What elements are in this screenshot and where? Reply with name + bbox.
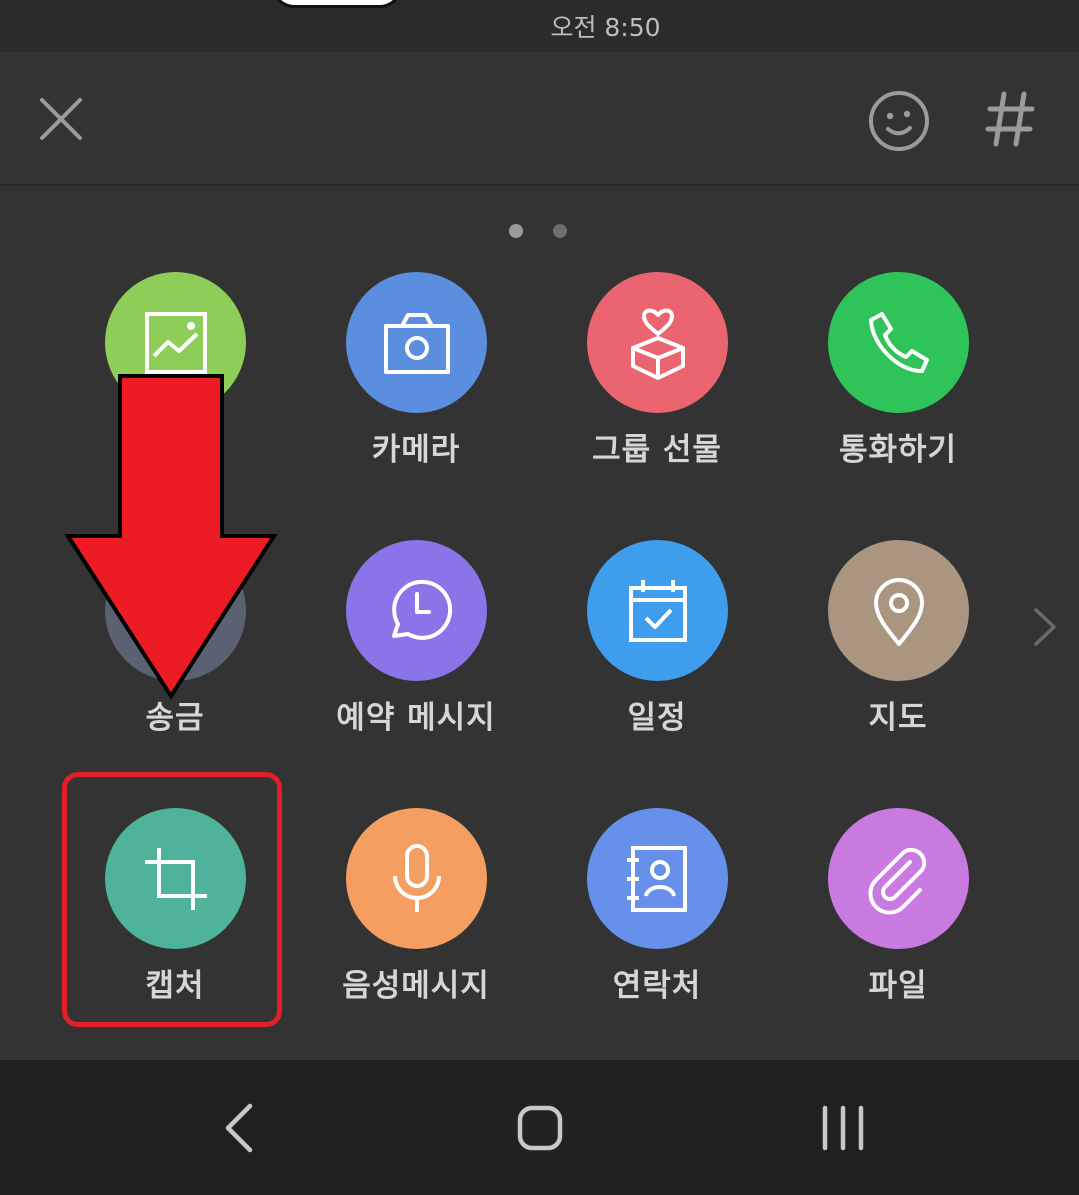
- emoticon-button[interactable]: [866, 88, 932, 154]
- menu-item-label: 파일: [868, 968, 928, 1004]
- menu-item-voice-message[interactable]: 음성메시지: [296, 808, 536, 1038]
- menu-item-group-gift[interactable]: 그룹 선물: [537, 272, 777, 502]
- scheduled-message-icon: [391, 579, 452, 640]
- menu-item-contacts[interactable]: 연락처: [537, 808, 777, 1038]
- page-dot-2[interactable]: [553, 224, 567, 238]
- page-dot-1[interactable]: [509, 224, 523, 238]
- close-button[interactable]: [30, 88, 92, 150]
- microphone-icon: [392, 843, 441, 912]
- image-icon: [144, 311, 207, 374]
- menu-item-camera[interactable]: 카메라: [296, 272, 536, 502]
- menu-item-label: 지도: [868, 700, 928, 736]
- menu-item-scheduled-message[interactable]: 예약 메시지: [296, 540, 536, 770]
- menu-item-file[interactable]: 파일: [778, 808, 1018, 1038]
- paperclip-icon: [867, 847, 926, 915]
- menu-item-label: 카메라: [371, 432, 461, 468]
- menu-item-circle: [828, 272, 969, 413]
- back-button[interactable]: [208, 1100, 278, 1156]
- menu-item-circle: [346, 540, 487, 681]
- hashtag-button[interactable]: [980, 82, 1042, 158]
- contact-book-icon: [626, 845, 687, 912]
- hashtag-icon: [985, 91, 1035, 147]
- next-page-button[interactable]: [1026, 604, 1062, 650]
- home-button[interactable]: [505, 1100, 575, 1156]
- menu-item-label: 그룹 선물: [592, 432, 722, 468]
- menu-item-circle: [346, 272, 487, 413]
- menu-item-circle: [346, 808, 487, 949]
- menu-item-label: 일정: [627, 700, 687, 736]
- menu-item-circle: [587, 540, 728, 681]
- recents-button[interactable]: [808, 1100, 878, 1156]
- money-transfer-icon: [137, 572, 215, 650]
- menu-item-circle: [105, 540, 246, 681]
- menu-item-album[interactable]: [55, 272, 295, 502]
- back-icon: [225, 1103, 253, 1153]
- page-indicator: [0, 224, 1079, 240]
- status-bar: 오전 8:50: [0, 0, 1079, 52]
- menu-item-circle: [587, 808, 728, 949]
- menu-item-map[interactable]: 지도: [778, 540, 1018, 770]
- status-time: 오전 8:50: [550, 13, 661, 42]
- home-icon: [517, 1105, 563, 1151]
- menu-item-label: 음성메시지: [342, 968, 490, 1004]
- camera-icon: [383, 312, 450, 374]
- calendar-check-icon: [628, 579, 687, 642]
- close-icon: [40, 98, 82, 140]
- map-pin-icon: [873, 577, 924, 646]
- menu-item-circle: [105, 272, 246, 413]
- menu-item-call[interactable]: 통화하기: [778, 272, 1018, 502]
- gift-box-icon: [630, 308, 685, 380]
- menu-item-money-transfer[interactable]: 송금: [55, 540, 295, 770]
- crop-icon: [144, 847, 207, 910]
- menu-item-label: 통화하기: [838, 432, 958, 468]
- menu-item-capture[interactable]: 캡처: [55, 808, 295, 1038]
- notch-graphic: [272, 0, 402, 8]
- chevron-right-icon: [1034, 608, 1056, 646]
- phone-icon: [868, 311, 929, 373]
- system-navigation-bar: [0, 1060, 1079, 1195]
- menu-item-circle: [828, 808, 969, 949]
- menu-item-circle: [828, 540, 969, 681]
- emoticon-icon: [869, 91, 929, 151]
- attachment-menu-panel: 카메라 그룹 선물 통화하기 송금 예약 메시지 일정 지도 캡처 음성메시지 …: [0, 188, 1079, 1060]
- recents-icon: [822, 1105, 864, 1151]
- menu-item-label: 연락처: [612, 968, 702, 1004]
- menu-item-circle: [587, 272, 728, 413]
- menu-item-circle: [105, 808, 246, 949]
- menu-item-calendar[interactable]: 일정: [537, 540, 777, 770]
- menu-item-label: 예약 메시지: [336, 700, 496, 736]
- menu-item-label: 송금: [145, 700, 205, 736]
- attachment-header: [0, 52, 1079, 186]
- menu-item-label: 캡처: [145, 968, 205, 1004]
